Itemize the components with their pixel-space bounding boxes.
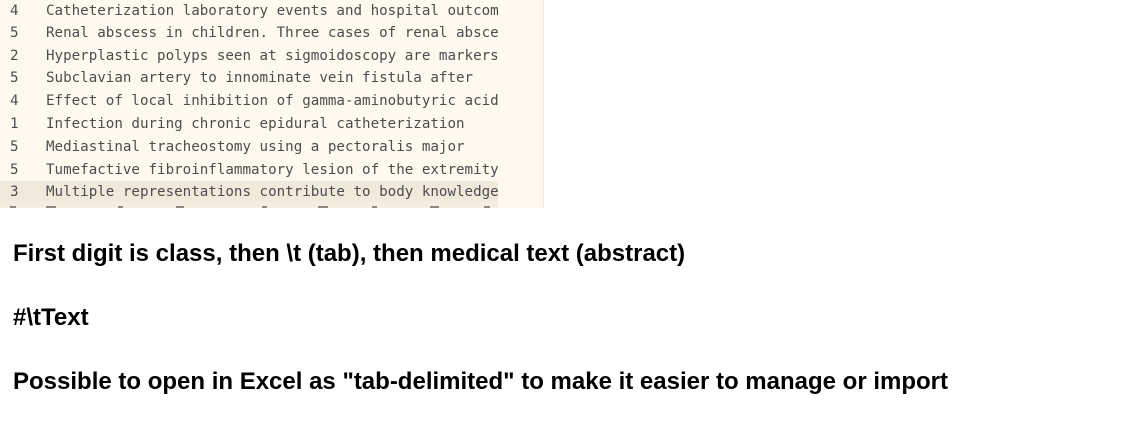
line-abstract-text: Infection during chronic epidural cathet… [46,116,465,132]
file-line: 5 Subclavian artery to innominate vein f… [0,67,498,90]
line-class-digit: 5 [10,25,19,41]
file-line: 5 Mediastinal tracheostomy using a pecto… [0,136,498,159]
line-abstract-text: Mediastinal tracheostomy using a pectora… [46,139,465,155]
line-class-digit: 2 [10,48,19,64]
file-line: 4 Catheterization laboratory events and … [0,0,498,23]
line-abstract-text: Effect of local inhibition of gamma-amin… [46,93,498,109]
line-class-digit: 4 [10,3,19,19]
line-abstract-text: Tumefactive fibroinflammatory lesion of … [46,162,498,178]
file-line-cut-off [0,201,498,208]
file-line: 4 Effect of local inhibition of gamma-am… [0,90,498,113]
format-description-text: First digit is class, then \t (tab), the… [13,240,686,267]
line-class-digit: 5 [10,70,19,86]
line-abstract-text: Subclavian artery to innominate vein fis… [46,70,474,86]
line-abstract-text: Catheterization laboratory events and ho… [46,3,498,19]
format-pattern-text: #\tText [13,304,89,331]
line-abstract-text: Hyperplastic polyps seen at sigmoidoscop… [46,48,498,64]
excel-import-hint-text: Possible to open in Excel as "tab-delimi… [13,368,948,395]
line-class-digit: 5 [10,139,19,155]
file-line: 1 Infection during chronic epidural cath… [0,113,498,136]
line-class-digit: 4 [10,93,19,109]
file-line: 5 Tumefactive fibroinflammatory lesion o… [0,159,498,182]
line-abstract-text: Renal abscess in children. Three cases o… [46,25,498,41]
text-file-preview: 4 Catheterization laboratory events and … [0,0,544,208]
file-line: 2 Hyperplastic polyps seen at sigmoidosc… [0,45,498,68]
file-line: 5 Renal abscess in children. Three cases… [0,22,498,45]
line-class-digit: 1 [10,116,19,132]
line-class-digit: 5 [10,162,19,178]
text-file-content: 4 Catheterization laboratory events and … [0,0,498,208]
